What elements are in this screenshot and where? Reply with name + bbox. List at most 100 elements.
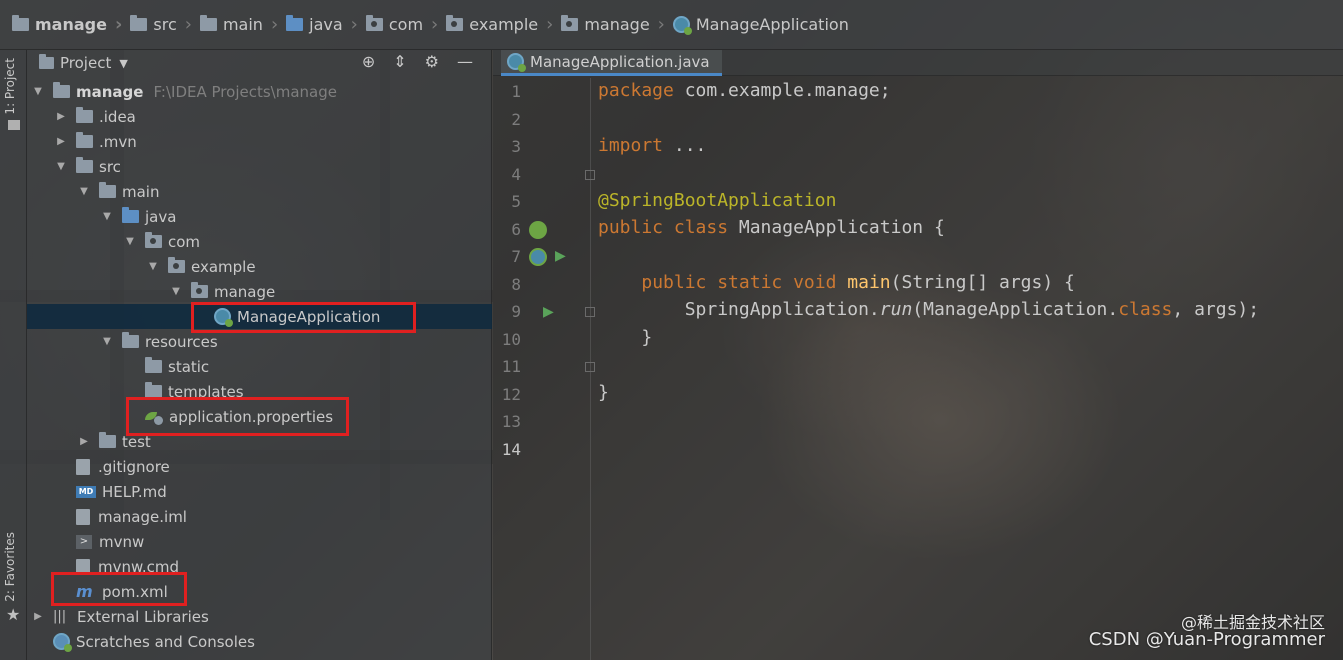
tree-node-manage[interactable]: ▼ manage F:\IDEA Projects\manage <box>27 79 492 104</box>
line-number: 7 <box>511 247 521 266</box>
breadcrumb-item-manage[interactable]: manage › <box>12 0 130 50</box>
project-folder-icon <box>12 15 29 31</box>
line-number: 3 <box>511 137 521 156</box>
folder-icon <box>99 432 116 448</box>
source-folder-icon <box>122 207 139 223</box>
project-tab-label: 1: Project <box>3 58 17 115</box>
folder-icon <box>76 132 93 148</box>
code-line-6[interactable]: @SpringBootApplication <box>598 190 836 211</box>
run-icon[interactable]: ▶ <box>543 304 554 320</box>
collapsed-arrow-icon[interactable]: ▶ <box>54 136 68 147</box>
tree-node-main[interactable]: ▼ main <box>27 179 492 204</box>
file-icon <box>76 458 90 475</box>
expanded-arrow-icon[interactable]: ▼ <box>54 161 68 172</box>
shell-script-icon: > <box>76 534 92 549</box>
expanded-arrow-icon[interactable]: ▼ <box>100 336 114 347</box>
breadcrumb-item-example[interactable]: example › <box>446 0 561 50</box>
package-icon <box>446 15 464 31</box>
expanded-arrow-icon[interactable]: ▼ <box>77 186 91 197</box>
line-number: 12 <box>501 385 521 404</box>
folder-icon <box>76 107 93 123</box>
tree-node-scratches[interactable]: ▶ Scratches and Consoles <box>27 629 492 654</box>
hide-icon[interactable]: — <box>457 52 473 71</box>
code-line-1[interactable]: package com.example.manage; <box>598 80 891 101</box>
favorites-tab-label: 2: Favorites <box>3 532 17 602</box>
watermark: @稀土掘金技术社区 CSDN @Yuan-Programmer <box>1088 613 1325 650</box>
tree-node-java[interactable]: ▼ java <box>27 204 492 229</box>
expanded-arrow-icon[interactable]: ▼ <box>123 236 137 247</box>
folder-icon <box>76 157 93 173</box>
code-line-9[interactable]: public static void main(String[] args) { <box>598 272 1075 293</box>
project-panel: Project ▼ ⊕ ⇕ ⚙ — ▼ manage F:\IDEA Proje… <box>27 50 492 660</box>
breadcrumb-item-main[interactable]: main › <box>199 0 286 50</box>
package-icon <box>365 15 383 31</box>
code-line-3[interactable]: import ... <box>598 135 706 156</box>
star-icon: ★ <box>6 605 21 624</box>
tree-node-example[interactable]: ▼ example <box>27 254 492 279</box>
code-line-11[interactable]: } <box>598 327 652 348</box>
tree-node-static[interactable]: ▶ static <box>27 354 492 379</box>
fold-marker-icon[interactable] <box>585 362 595 372</box>
tree-node-help-md[interactable]: ▶ MD HELP.md <box>27 479 492 504</box>
chevron-down-icon[interactable]: ▼ <box>119 57 127 70</box>
line-number: 6 <box>511 220 521 239</box>
tree-node-external-libraries[interactable]: ▶ ||| External Libraries <box>27 604 492 629</box>
tree-node-gitignore[interactable]: ▶ .gitignore <box>27 454 492 479</box>
line-number: 13 <box>501 412 521 431</box>
gear-icon[interactable]: ⚙ <box>425 52 439 71</box>
breadcrumb-item-manage-package[interactable]: manage › <box>561 0 673 50</box>
fold-marker-icon[interactable] <box>585 170 595 180</box>
editor-tab-bar: ManageApplication.java <box>493 50 1343 76</box>
package-icon <box>168 257 185 273</box>
line-number: 9 <box>511 302 521 321</box>
collapsed-arrow-icon[interactable]: ▶ <box>77 436 91 447</box>
line-number-current: 14 <box>501 440 521 459</box>
breadcrumb-item-com[interactable]: com › <box>365 0 446 50</box>
expanded-arrow-icon[interactable]: ▼ <box>169 286 183 297</box>
tree-node-idea[interactable]: ▶ .idea <box>27 104 492 129</box>
project-tool-tab[interactable]: 1: Project <box>3 58 17 115</box>
code-line-13[interactable]: } <box>598 382 609 403</box>
tree-node-manage-iml[interactable]: ▶ manage.iml <box>27 504 492 529</box>
spring-bean-icon[interactable] <box>529 221 547 239</box>
code-line-7[interactable]: public class ManageApplication { <box>598 217 945 238</box>
line-number: 11 <box>501 357 521 376</box>
expanded-arrow-icon[interactable]: ▼ <box>146 261 160 272</box>
locate-icon[interactable]: ⊕ <box>362 52 375 71</box>
source-folder-icon <box>286 15 304 31</box>
collapse-all-icon[interactable]: ⇕ <box>393 52 406 71</box>
tree-node-manage-package[interactable]: ▼ manage <box>27 279 492 304</box>
line-number: 5 <box>511 192 521 211</box>
collapsed-arrow-icon[interactable]: ▶ <box>31 611 45 622</box>
folder-icon <box>130 15 148 31</box>
breadcrumb-item-src[interactable]: src › <box>130 0 200 50</box>
favorites-tool-tab[interactable]: 2: Favorites <box>3 532 17 602</box>
project-view-icon <box>39 54 54 69</box>
code-line-10[interactable]: SpringApplication.run(ManageApplication.… <box>598 299 1259 320</box>
tree-node-com[interactable]: ▼ com <box>27 229 492 254</box>
line-number: 10 <box>501 330 521 349</box>
tree-node-src[interactable]: ▼ src <box>27 154 492 179</box>
breadcrumb-item-java[interactable]: java › <box>286 0 366 50</box>
collapsed-arrow-icon[interactable]: ▶ <box>54 111 68 122</box>
spring-boot-class-icon[interactable] <box>529 248 547 266</box>
tree-node-mvn[interactable]: ▶ .mvn <box>27 129 492 154</box>
fold-marker-icon[interactable] <box>585 307 595 317</box>
folder-icon <box>8 120 20 130</box>
expanded-arrow-icon[interactable]: ▼ <box>31 86 45 97</box>
library-icon: ||| <box>53 609 67 624</box>
line-number: 1 <box>511 82 521 101</box>
breadcrumb: manage › src › main › java › com › examp… <box>0 0 1343 50</box>
tree-node-mvnw[interactable]: ▶ > mvnw <box>27 529 492 554</box>
breadcrumb-item-manageapplication[interactable]: ManageApplication <box>672 0 849 50</box>
code-editor: ManageApplication.java 1 2 3 4 5 6 7 8 9… <box>493 50 1343 660</box>
markdown-file-icon: MD <box>76 485 96 498</box>
spring-boot-class-icon <box>507 53 526 72</box>
resources-folder-icon <box>122 332 139 348</box>
folder-icon <box>99 182 116 198</box>
tab-manageapplication-java[interactable]: ManageApplication.java <box>501 50 722 76</box>
run-icon[interactable]: ▶ <box>555 248 566 264</box>
expanded-arrow-icon[interactable]: ▼ <box>100 211 114 222</box>
project-view-selector[interactable]: Project <box>60 54 111 72</box>
highlight-box <box>126 397 349 436</box>
